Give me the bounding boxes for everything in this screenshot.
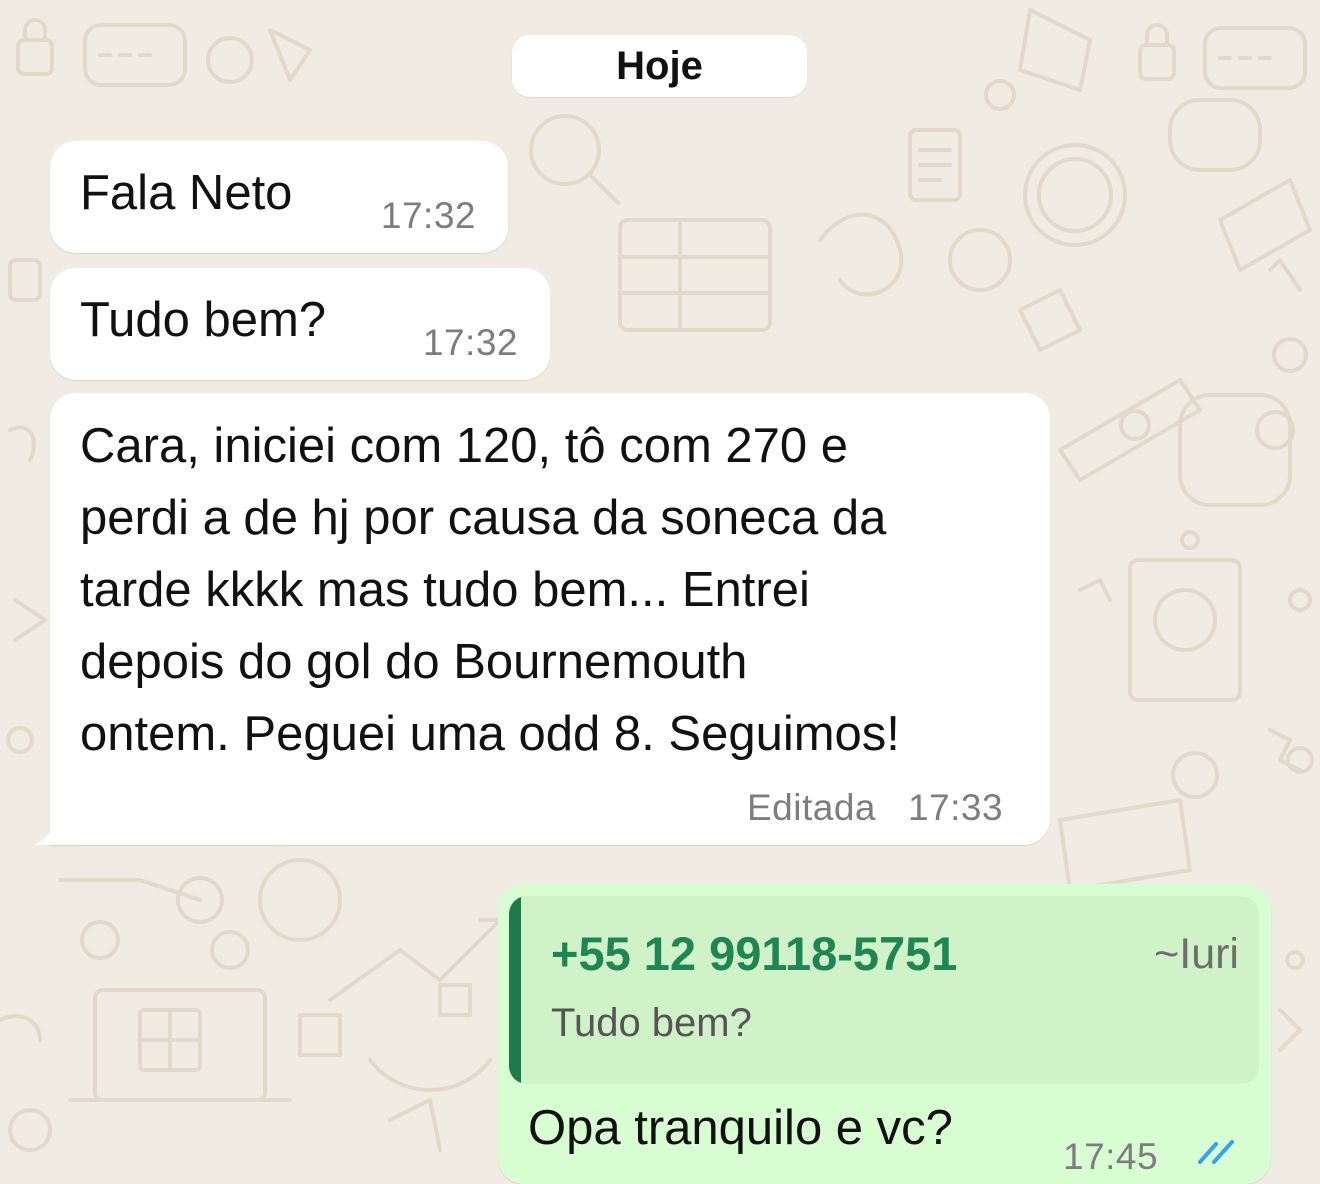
message-text: Cara, iniciei com 120, tô com 270 e perd… (80, 419, 900, 761)
chat-conversation[interactable]: Hoje Fala Neto 17:32 Tudo bem? 17:32 Car… (0, 0, 1320, 1184)
message-text: Opa tranquilo e vc? (528, 1101, 953, 1155)
message-time: 17:45 (1063, 1136, 1159, 1177)
incoming-message[interactable]: Cara, iniciei com 120, tô com 270 e perd… (50, 393, 1050, 845)
edited-label: Editada (747, 787, 876, 828)
quote-accent-bar (509, 896, 521, 1084)
quoted-message[interactable]: +55 12 99118-5751 ~Iuri Tudo bem? (509, 896, 1259, 1084)
incoming-message[interactable]: Tudo bem? 17:32 (50, 268, 550, 380)
message-time: 17:32 (380, 195, 476, 236)
quote-text: Tudo bem? (551, 1001, 752, 1045)
incoming-message[interactable]: Fala Neto 17:32 (50, 141, 508, 253)
quote-push-name: ~Iuri (1154, 930, 1239, 978)
message-time: 17:33 (908, 787, 1004, 828)
double-check-read-icon (1198, 1140, 1234, 1164)
quote-author: +55 12 99118-5751 (551, 927, 958, 980)
message-time: 17:32 (422, 322, 518, 363)
message-text: Tudo bem? (80, 293, 327, 347)
message-text: Fala Neto (80, 166, 293, 220)
date-divider: Hoje (512, 35, 807, 97)
